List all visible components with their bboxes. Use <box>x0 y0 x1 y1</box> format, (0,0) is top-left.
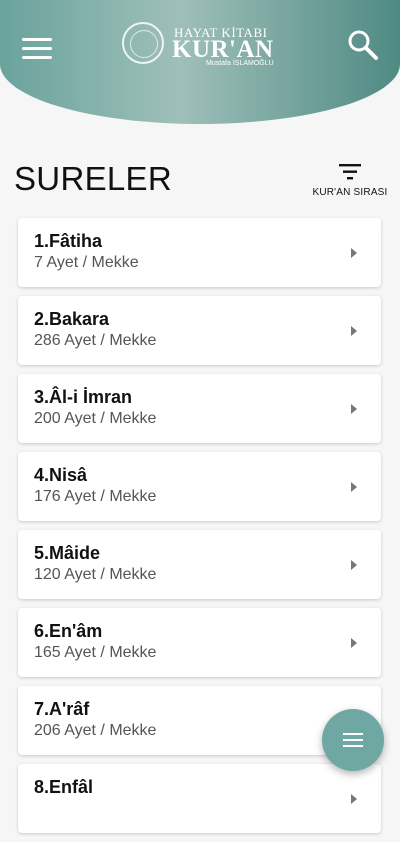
logo-author-text: Mustafa İSLAMOĞLU <box>206 60 274 67</box>
chevron-right-icon <box>351 638 357 648</box>
surah-info: 120 Ayet / Mekke <box>34 566 157 583</box>
list-item[interactable]: 6.En'âm 165 Ayet / Mekke <box>18 608 381 677</box>
surah-info: 286 Ayet / Mekke <box>34 332 157 349</box>
page-title: SURELER <box>14 160 172 197</box>
floating-menu-button[interactable] <box>322 709 384 771</box>
surah-info: 176 Ayet / Mekke <box>34 488 157 505</box>
list-item[interactable]: 2.Bakara 286 Ayet / Mekke <box>18 296 381 365</box>
sort-order-label: KUR'AN SIRASI <box>312 187 388 198</box>
surah-title: 5.Mâide <box>34 543 101 563</box>
surah-title: 4.Nisâ <box>34 465 88 485</box>
surah-info: 200 Ayet / Mekke <box>34 410 157 427</box>
chevron-right-icon <box>351 482 357 492</box>
list-item[interactable]: 8.Enfâl <box>18 764 381 833</box>
chevron-right-icon <box>351 248 357 258</box>
chevron-right-icon <box>351 560 357 570</box>
list-item[interactable]: 1.Fâtiha 7 Ayet / Mekke <box>18 218 381 287</box>
app-logo: HAYAT KİTABI KUR'AN Mustafa İSLAMOĞLU <box>122 22 282 70</box>
surah-title: 2.Bakara <box>34 309 110 329</box>
search-icon[interactable] <box>346 28 380 62</box>
sort-order-button[interactable]: KUR'AN SIRASI <box>310 162 390 202</box>
surah-title: 7.A'râf <box>34 699 90 719</box>
surah-title: 6.En'âm <box>34 621 103 641</box>
calligraphy-seal-icon <box>122 22 164 64</box>
list-item[interactable]: 3.Âl-i İmran 200 Ayet / Mekke <box>18 374 381 443</box>
chevron-right-icon <box>351 326 357 336</box>
surah-info: 165 Ayet / Mekke <box>34 644 157 661</box>
filter-icon <box>339 164 361 180</box>
list-item[interactable]: 4.Nisâ 176 Ayet / Mekke <box>18 452 381 521</box>
chevron-right-icon <box>351 794 357 804</box>
surah-info: 206 Ayet / Mekke <box>34 722 157 739</box>
menu-icon[interactable] <box>22 38 52 60</box>
surah-title: 8.Enfâl <box>34 777 94 797</box>
surah-title: 1.Fâtiha <box>34 231 103 251</box>
app-header: HAYAT KİTABI KUR'AN Mustafa İSLAMOĞLU <box>0 0 400 124</box>
chevron-right-icon <box>351 404 357 414</box>
surah-info: 7 Ayet / Mekke <box>34 254 139 271</box>
list-item[interactable]: 5.Mâide 120 Ayet / Mekke <box>18 530 381 599</box>
surah-title: 3.Âl-i İmran <box>34 387 133 407</box>
